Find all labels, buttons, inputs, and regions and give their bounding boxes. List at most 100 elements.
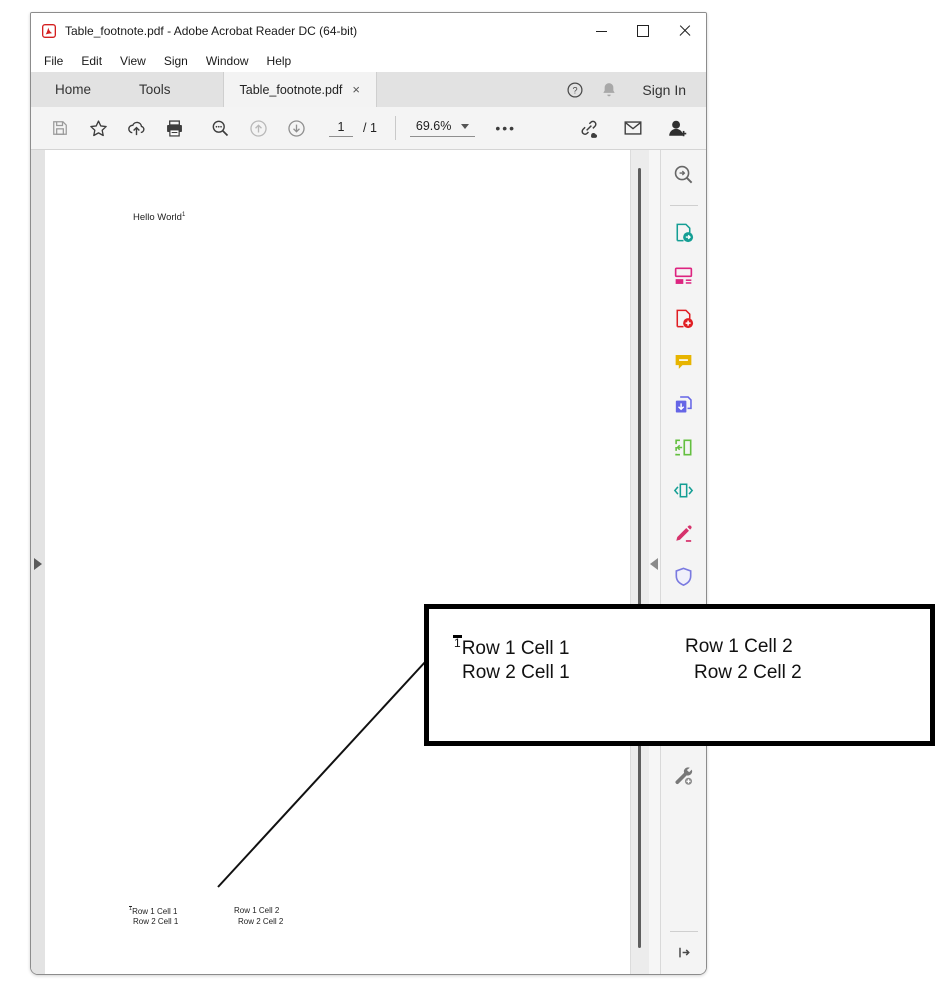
tab-bar: Home Tools Table_footnote.pdf × ? Sign I… xyxy=(31,72,706,107)
menu-bar: File Edit View Sign Window Help xyxy=(31,49,706,72)
tabbar-right: ? Sign In xyxy=(560,72,706,107)
page-down-icon xyxy=(286,118,307,139)
menu-sign[interactable]: Sign xyxy=(155,54,197,68)
acrobat-window: Table_footnote.pdf - Adobe Acrobat Reade… xyxy=(30,12,707,975)
svg-text:?: ? xyxy=(573,85,578,95)
window-title: Table_footnote.pdf - Adobe Acrobat Reade… xyxy=(65,24,357,38)
callout-cell: Row 2 Cell 2 xyxy=(694,661,802,685)
open-tools-pane-button[interactable] xyxy=(669,940,699,964)
scan-ocr-button[interactable] xyxy=(669,435,699,459)
maximize-button[interactable] xyxy=(622,13,664,49)
close-icon xyxy=(679,25,691,37)
search-tool-icon xyxy=(672,163,695,186)
callout-row: 1Row 1 Cell 1 Row 1 Cell 2 xyxy=(453,635,930,661)
title-bar: Table_footnote.pdf - Adobe Acrobat Reade… xyxy=(31,13,706,49)
table-cell: Row 1 Cell 1 xyxy=(132,907,177,916)
page-total-label: / 1 xyxy=(363,121,377,135)
expand-left-pane-icon[interactable] xyxy=(34,558,42,570)
minimize-icon xyxy=(596,31,607,32)
table-cell: Row 2 Cell 1 xyxy=(133,917,178,926)
maximize-icon xyxy=(637,25,649,37)
toolbar-divider xyxy=(395,116,396,140)
search-tool-button[interactable] xyxy=(669,162,699,186)
menu-help[interactable]: Help xyxy=(258,54,301,68)
mail-icon xyxy=(622,117,644,139)
menu-view[interactable]: View xyxy=(111,54,155,68)
add-tools-button[interactable] xyxy=(669,763,699,787)
protect-pdf-icon xyxy=(672,565,695,588)
request-signatures-button[interactable] xyxy=(658,112,696,144)
tab-document[interactable]: Table_footnote.pdf × xyxy=(223,72,377,107)
add-person-icon xyxy=(666,117,688,139)
expand-pane-icon xyxy=(673,942,694,963)
share-link-button[interactable] xyxy=(570,112,608,144)
print-button[interactable] xyxy=(155,112,193,144)
notifications-button[interactable] xyxy=(594,75,624,105)
organize-pages-button[interactable] xyxy=(669,263,699,287)
comment-icon xyxy=(672,350,695,373)
table-row: Row 2 Cell 1 Row 2 Cell 2 xyxy=(129,917,283,927)
help-icon: ? xyxy=(565,80,585,100)
help-button[interactable]: ? xyxy=(560,75,590,105)
share-upload-button[interactable] xyxy=(117,112,155,144)
page-table: 1Row 1 Cell 1 Row 1 Cell 2 Row 2 Cell 1 … xyxy=(129,906,283,926)
more-tools-overflow-button[interactable]: ••• xyxy=(495,120,516,136)
favorite-button[interactable] xyxy=(79,112,117,144)
footnote-ref: 1 xyxy=(182,212,185,218)
close-button[interactable] xyxy=(664,13,706,49)
save-button[interactable] xyxy=(41,112,79,144)
zoom-level-value: 69.6% xyxy=(416,119,451,133)
footnote-marker: 1 xyxy=(453,635,462,649)
sidebar-divider xyxy=(670,205,698,206)
sidebar-bottom xyxy=(669,931,699,974)
collapse-right-pane-icon[interactable] xyxy=(650,558,658,570)
table-cell: Row 1 Cell 2 xyxy=(234,906,279,917)
previous-page-button[interactable] xyxy=(239,112,277,144)
fill-sign-icon xyxy=(672,522,695,545)
scrollbar-thumb[interactable] xyxy=(638,168,641,948)
send-mail-button[interactable] xyxy=(614,112,652,144)
right-pane-rail xyxy=(649,150,660,974)
combine-files-button[interactable] xyxy=(669,392,699,416)
callout-row: Row 2 Cell 1 Row 2 Cell 2 xyxy=(453,661,930,685)
menu-file[interactable]: File xyxy=(35,54,72,68)
next-page-button[interactable] xyxy=(277,112,315,144)
share-link-icon xyxy=(578,117,600,139)
fill-sign-button[interactable] xyxy=(669,521,699,545)
content-area: Hello World1 1Row 1 Cell 1 Row 1 Cell 2 … xyxy=(31,150,706,974)
sign-in-button[interactable]: Sign In xyxy=(628,82,694,98)
toolbar-right xyxy=(570,112,696,144)
adobe-reader-icon xyxy=(41,23,57,39)
comment-button[interactable] xyxy=(669,349,699,373)
compress-pdf-icon xyxy=(672,479,695,502)
tab-tools[interactable]: Tools xyxy=(115,72,195,107)
tab-close-icon[interactable]: × xyxy=(352,82,360,97)
print-icon xyxy=(164,118,185,139)
left-pane-rail xyxy=(31,150,45,974)
table-row: 1Row 1 Cell 1 Row 1 Cell 2 xyxy=(129,906,283,917)
sidebar-divider xyxy=(670,931,698,932)
create-pdf-button[interactable] xyxy=(669,306,699,330)
minimize-button[interactable] xyxy=(580,13,622,49)
star-icon xyxy=(88,118,109,139)
combine-files-icon xyxy=(672,393,695,416)
chevron-down-icon xyxy=(461,124,469,129)
callout-cell: Row 2 Cell 1 xyxy=(462,662,570,683)
scan-ocr-icon xyxy=(672,436,695,459)
screenshot-canvas: Table_footnote.pdf - Adobe Acrobat Reade… xyxy=(0,0,937,1000)
tab-home[interactable]: Home xyxy=(31,72,115,107)
protect-pdf-button[interactable] xyxy=(669,564,699,588)
find-button[interactable] xyxy=(201,112,239,144)
menu-window[interactable]: Window xyxy=(197,54,258,68)
export-pdf-icon xyxy=(672,221,695,244)
export-pdf-button[interactable] xyxy=(669,220,699,244)
tab-document-label: Table_footnote.pdf xyxy=(240,83,343,97)
callout-cell: Row 1 Cell 1 xyxy=(462,638,570,659)
zoom-dropdown[interactable]: 69.6% xyxy=(410,119,475,137)
compress-pdf-button[interactable] xyxy=(669,478,699,502)
menu-edit[interactable]: Edit xyxy=(72,54,111,68)
vertical-scrollbar xyxy=(630,150,649,974)
create-pdf-icon xyxy=(672,307,695,330)
table-cell: Row 2 Cell 2 xyxy=(238,917,283,927)
page-number-input[interactable]: 1 xyxy=(329,120,353,137)
